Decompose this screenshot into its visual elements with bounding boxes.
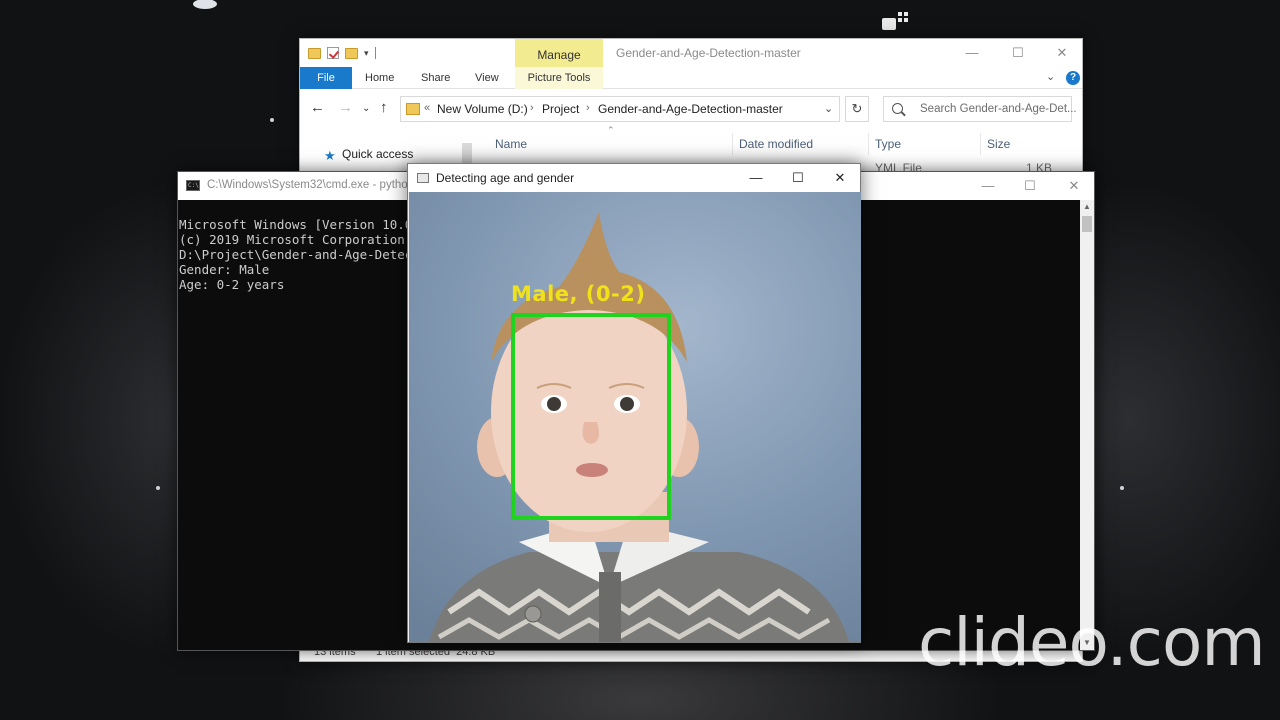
back-button[interactable]: ←	[310, 99, 325, 116]
breadcrumb-folder[interactable]: Gender-and-Age-Detection-master	[598, 102, 783, 116]
close-button[interactable]: ✕	[1052, 172, 1096, 200]
child-portrait-photo: Male, (0-2)	[409, 192, 861, 642]
nav-item-quick-access[interactable]: Quick access	[342, 147, 413, 161]
desktop-shortcut-icon	[193, 0, 217, 9]
up-button[interactable]: ↑	[380, 99, 388, 116]
properties-icon[interactable]	[327, 47, 339, 59]
star-icon: ★	[324, 148, 336, 163]
quick-access-toolbar: ▾	[308, 45, 376, 61]
explorer-titlebar[interactable]: ▾ Manage Gender-and-Age-Detection-master…	[300, 39, 1084, 69]
cmd-icon: C:\	[186, 180, 200, 191]
desktop-dot	[1120, 486, 1124, 490]
maximize-button[interactable]: ☐	[1008, 172, 1052, 200]
tab-manage[interactable]: Manage	[515, 39, 603, 69]
desktop-app-icon	[882, 12, 908, 30]
file-list-header: ⌃ Name Date modified Type Size	[475, 125, 1075, 155]
recent-locations-button[interactable]: ⌄	[362, 103, 370, 114]
ribbon-tabs: File Home Share View Picture Tools ⌄ ?	[300, 67, 1082, 89]
desktop-dot	[156, 486, 160, 490]
tab-share[interactable]: Share	[421, 67, 450, 89]
column-type[interactable]: Type	[869, 133, 981, 155]
address-dropdown-icon[interactable]: ⌄	[824, 102, 833, 115]
close-button[interactable]: ✕	[1040, 39, 1084, 67]
column-date-modified[interactable]: Date modified	[733, 133, 869, 155]
forward-button[interactable]: →	[338, 99, 353, 116]
maximize-button[interactable]: ☐	[996, 39, 1040, 67]
navigation-bar: ← → ⌄ ↑ « New Volume (D:) › Project › Ge…	[300, 93, 1082, 123]
breadcrumb-overflow[interactable]: «	[424, 102, 430, 114]
scroll-up-arrow-icon[interactable]: ▲	[1080, 200, 1094, 214]
minimize-button[interactable]: —	[950, 39, 994, 67]
folder-icon[interactable]	[308, 47, 321, 59]
vertical-scrollbar[interactable]: ▲ ▼	[1080, 200, 1094, 650]
breadcrumb-drive[interactable]: New Volume (D:)	[437, 102, 528, 116]
breadcrumb-separator: ›	[586, 102, 590, 114]
window-title: C:\Windows\System32\cmd.exe - python	[207, 179, 415, 191]
detection-label: Male, (0-2)	[511, 282, 646, 306]
minimize-button[interactable]: —	[966, 172, 1010, 200]
window-title: Gender-and-Age-Detection-master	[616, 46, 801, 60]
detection-titlebar[interactable]: Detecting age and gender — ☐ ✕	[408, 164, 860, 192]
tab-file[interactable]: File	[300, 67, 352, 89]
close-button[interactable]: ✕	[818, 164, 862, 192]
toolbar-separator	[374, 47, 376, 59]
breadcrumb-project[interactable]: Project	[542, 102, 579, 116]
folder-icon	[406, 103, 420, 115]
search-icon	[892, 103, 903, 114]
window-title: Detecting age and gender	[436, 171, 575, 185]
refresh-button[interactable]: ↻	[845, 96, 869, 122]
tab-view[interactable]: View	[475, 67, 499, 89]
face-bounding-box	[511, 313, 671, 520]
detection-window[interactable]: Detecting age and gender — ☐ ✕ Male, (0-…	[407, 163, 861, 643]
expand-ribbon-icon[interactable]: ⌄	[1046, 70, 1055, 83]
new-folder-icon[interactable]	[345, 47, 358, 59]
tab-picture-tools[interactable]: Picture Tools	[515, 67, 603, 89]
search-input[interactable]: Search Gender-and-Age-Det...	[883, 96, 1077, 122]
column-size[interactable]: Size	[981, 133, 1073, 155]
search-placeholder: Search Gender-and-Age-Det...	[920, 103, 1077, 115]
maximize-button[interactable]: ☐	[776, 164, 820, 192]
column-name[interactable]: Name	[489, 133, 733, 155]
help-icon[interactable]: ?	[1066, 71, 1080, 85]
customize-arrow-icon[interactable]: ▾	[364, 48, 369, 59]
minimize-button[interactable]: —	[734, 164, 778, 192]
tab-home[interactable]: Home	[365, 67, 394, 89]
clideo-watermark: clideo.com	[918, 604, 1266, 681]
window-icon	[417, 173, 429, 183]
address-bar[interactable]: « New Volume (D:) › Project › Gender-and…	[400, 96, 840, 122]
breadcrumb-separator: ›	[530, 102, 534, 114]
scroll-thumb[interactable]	[1082, 216, 1092, 232]
desktop-dot	[270, 118, 274, 122]
